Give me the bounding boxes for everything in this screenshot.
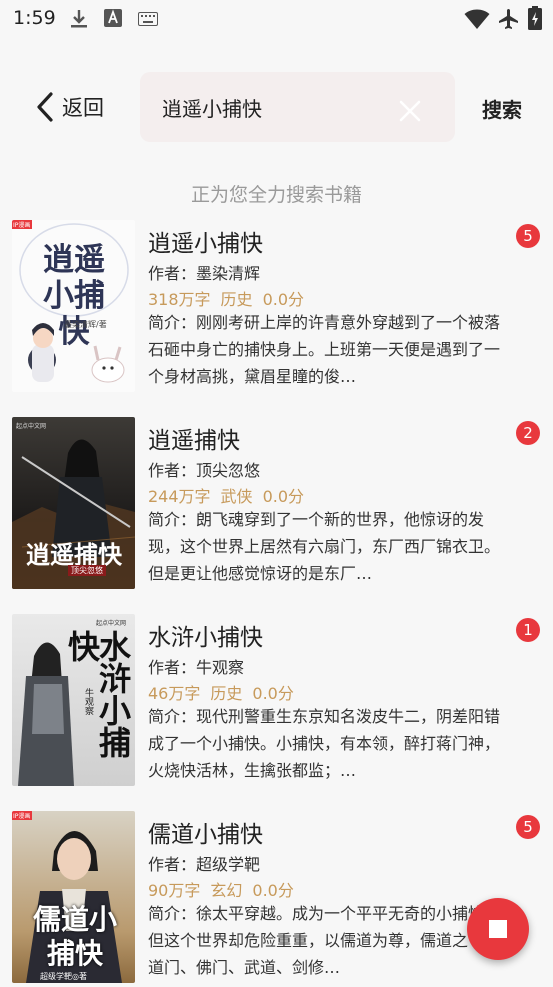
book-author: 作者：超级学靶 <box>148 855 261 874</box>
book-intro: 简介：徐太平穿越。成为一个平平无奇的小捕快。但这个世界却危险重重，以儒道为尊，儒… <box>148 904 500 977</box>
cover-author: 超级学靶◎著 <box>40 972 87 981</box>
book-words: 46万字 <box>148 684 201 703</box>
book-score: 0.0分 <box>262 290 305 309</box>
search-input[interactable] <box>162 92 392 122</box>
cover-tag: 起点中文网 <box>96 620 127 627</box>
source-count-badge: 5 <box>516 815 540 839</box>
list-item[interactable]: 起点中文网 水浒小捕快 牛观察 水浒小捕快 作者：牛观察 46万字 历史 0.0分 … <box>0 614 553 790</box>
source-count-badge: 2 <box>516 421 540 445</box>
cover-tag: 起点中文网 <box>16 423 47 430</box>
a-icon <box>104 9 122 27</box>
book-words: 318万字 <box>148 290 211 309</box>
book-cover: IP漫画 逍遥小捕快 墨染清辉/著 <box>12 220 135 392</box>
book-author: 作者：牛观察 <box>148 658 245 677</box>
book-title: 儒道小捕快 <box>148 822 263 848</box>
source-count-badge: 5 <box>516 224 540 248</box>
book-title: 逍遥小捕快 <box>148 231 263 257</box>
book-meta: 46万字 历史 0.0分 <box>148 680 304 704</box>
book-meta: 244万字 武侠 0.0分 <box>148 483 314 507</box>
airplane-icon <box>499 9 518 29</box>
book-words: 244万字 <box>148 487 211 506</box>
back-label: 返回 <box>62 96 104 120</box>
status-bar: 1:59 <box>0 0 553 40</box>
stop-icon <box>489 920 507 938</box>
stop-search-button[interactable] <box>467 898 529 960</box>
search-box <box>140 72 455 142</box>
clear-icon[interactable] <box>398 99 422 123</box>
keyboard-icon <box>138 12 158 26</box>
book-score: 0.0分 <box>252 684 294 703</box>
back-button[interactable]: 返回 <box>36 90 104 124</box>
book-title: 逍遥捕快 <box>148 428 240 454</box>
book-intro: 简介：现代刑警重生东京知名泼皮牛二，阴差阳错成了一个小捕快。小捕快，有本领，醉打… <box>148 707 500 780</box>
book-cover: 起点中文网 逍遥捕快 顶尖忽悠 <box>12 417 135 589</box>
book-intro: 简介：朗飞魂穿到了一个新的世界，他惊讶的发现，这个世界上居然有六扇门，东厂西厂锦… <box>148 510 500 583</box>
cover-tag: IP漫画 <box>13 813 31 820</box>
search-button[interactable]: 搜索 <box>482 94 522 123</box>
status-time: 1:59 <box>13 7 56 29</box>
book-meta: 318万字 历史 0.0分 <box>148 286 314 310</box>
cover-tag: IP漫画 <box>13 222 31 229</box>
cover-title: 逍遥小捕快 <box>43 242 105 350</box>
book-genre: 历史 <box>220 290 253 309</box>
cover-author: 墨染清辉/著 <box>64 320 107 329</box>
source-count-badge: 1 <box>516 618 540 642</box>
search-toolbar: 返回 搜索 <box>0 64 553 148</box>
download-icon <box>71 10 87 28</box>
book-genre: 武侠 <box>220 487 253 506</box>
list-item[interactable]: 起点中文网 逍遥捕快 顶尖忽悠 逍遥捕快 作者：顶尖忽悠 244万字 武侠 0.0分… <box>0 417 553 593</box>
cover-title: 儒道小捕快 <box>32 903 117 970</box>
book-author: 作者：顶尖忽悠 <box>148 461 261 480</box>
battery-icon <box>528 6 542 30</box>
book-author: 作者：墨染清辉 <box>148 264 261 283</box>
book-cover: IP漫画 儒道小捕快 超级学靶◎著 <box>12 811 135 983</box>
book-title: 水浒小捕快 <box>148 625 263 651</box>
book-genre: 历史 <box>210 684 243 703</box>
book-words: 90万字 <box>148 881 201 900</box>
book-score: 0.0分 <box>252 881 294 900</box>
search-progress-text: 正为您全力搜索书籍 <box>190 184 362 206</box>
list-item[interactable]: IP漫画 儒道小捕快 超级学靶◎著 儒道小捕快 作者：超级学靶 90万字 玄幻 0.… <box>0 811 553 987</box>
wifi-icon <box>464 9 490 29</box>
book-meta: 90万字 玄幻 0.0分 <box>148 877 304 901</box>
book-score: 0.0分 <box>262 487 305 506</box>
cover-author: 顶尖忽悠 <box>68 565 106 576</box>
cover-author: 牛观察 <box>83 688 93 715</box>
book-genre: 玄幻 <box>210 881 243 900</box>
book-intro: 简介：刚刚考研上岸的许青意外穿越到了一个被落石砸中身亡的捕快身上。上班第一天便是… <box>148 313 500 386</box>
book-cover: 起点中文网 水浒小捕快 牛观察 <box>12 614 135 786</box>
back-chevron-icon <box>37 92 53 122</box>
list-item[interactable]: IP漫画 逍遥小捕快 墨染清辉/著 逍遥小捕快 作者：墨染清辉 318万字 历史 0… <box>0 220 553 396</box>
